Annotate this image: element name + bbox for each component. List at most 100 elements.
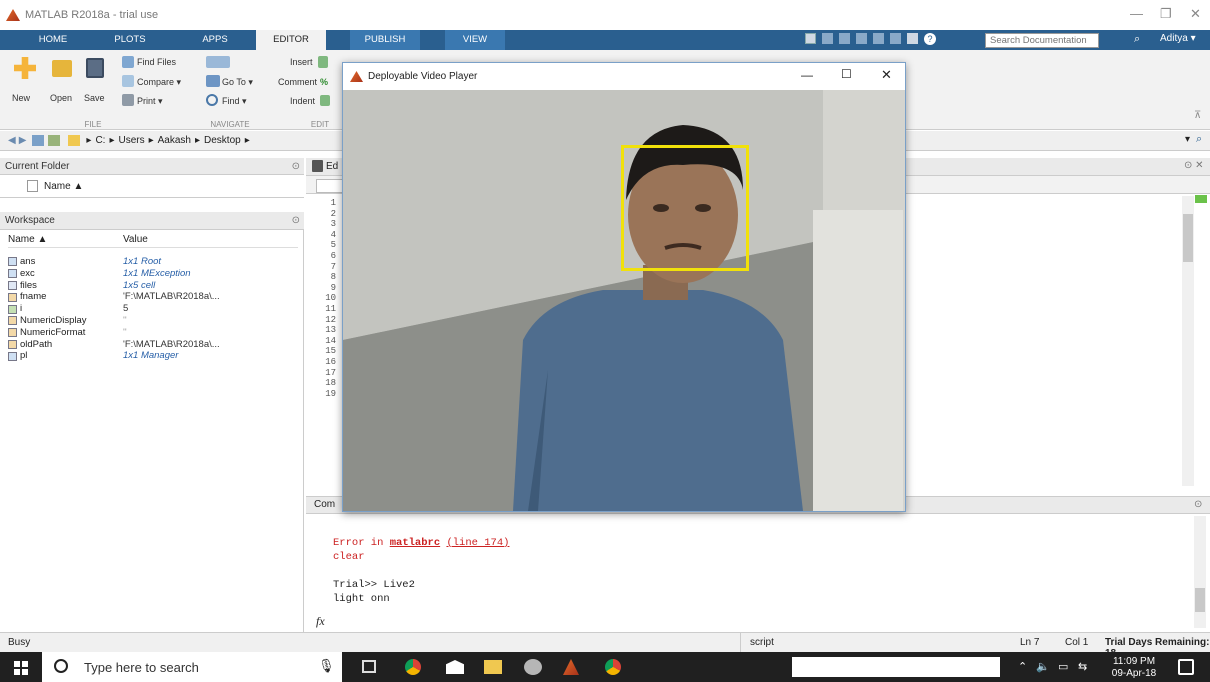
tab-editor[interactable]: EDITOR xyxy=(256,30,326,50)
new-icon[interactable] xyxy=(14,57,36,79)
windows-start-icon[interactable] xyxy=(14,661,28,675)
taskbar-date[interactable]: 09-Apr-18 xyxy=(1104,668,1164,679)
tab-home[interactable]: HOME xyxy=(28,30,78,50)
cut-icon[interactable] xyxy=(822,33,833,44)
path-segment[interactable]: Aakash xyxy=(158,135,191,146)
notifications-icon[interactable] xyxy=(1178,659,1194,675)
workspace-row[interactable]: exc 1x1 MException xyxy=(8,268,303,280)
insert-button[interactable]: Insert xyxy=(290,57,313,67)
redo-icon[interactable] xyxy=(890,33,901,44)
task-view-icon[interactable] xyxy=(362,660,376,673)
taskbar-time[interactable]: 11:09 PM xyxy=(1104,656,1164,667)
code-analyzer-indicator[interactable] xyxy=(1195,195,1207,203)
minimize-icon[interactable]: — xyxy=(1130,6,1143,21)
workspace-row[interactable]: oldPath 'F:\MATLAB\R2018a\... xyxy=(8,339,303,351)
video-minimize-icon[interactable]: — xyxy=(801,68,813,82)
collapse-toolstrip-icon[interactable]: ⊼ xyxy=(1194,110,1201,121)
find-files-button[interactable]: Find Files xyxy=(137,57,176,67)
battery-icon[interactable]: ▭ xyxy=(1058,660,1068,673)
video-maximize-icon[interactable]: ☐ xyxy=(841,67,852,81)
char-variable-icon xyxy=(8,339,17,349)
copy-icon[interactable] xyxy=(839,33,850,44)
save-icon[interactable] xyxy=(805,33,816,44)
path-dropdown-icon[interactable]: ▾ xyxy=(1185,134,1190,145)
path-segment[interactable]: Users xyxy=(118,135,144,146)
volume-icon[interactable]: 🔈 xyxy=(1036,660,1050,673)
save-icon[interactable] xyxy=(86,58,104,78)
compare-button[interactable]: Compare ▾ xyxy=(137,77,181,88)
editor-menu-icon[interactable]: ⊙ ✕ xyxy=(1184,160,1204,171)
open-folder-icon[interactable] xyxy=(52,60,72,77)
paste-icon[interactable] xyxy=(856,33,867,44)
pane-menu-icon[interactable]: ⊙ xyxy=(292,212,300,229)
search-documentation-input[interactable] xyxy=(985,33,1099,48)
command-window-menu-icon[interactable]: ⊙ xyxy=(1194,499,1202,510)
search-folder-icon[interactable]: ⌕ xyxy=(1196,133,1202,146)
video-close-icon[interactable]: ✕ xyxy=(881,67,892,83)
workspace-row[interactable]: pl 1x1 Manager xyxy=(8,350,303,362)
error-file-link[interactable]: matlabrc xyxy=(390,537,440,549)
network-icon[interactable]: ⇆ xyxy=(1078,660,1087,673)
forward-icon[interactable]: ▶ xyxy=(19,135,27,146)
quick-access-toolbar: ? xyxy=(805,33,975,47)
taskbar-search-placeholder: Type here to search xyxy=(84,660,199,675)
chrome-icon[interactable] xyxy=(405,659,421,675)
comment-button[interactable]: Comment xyxy=(278,77,317,87)
workspace-row[interactable]: i5 xyxy=(8,303,303,315)
address-toolbar[interactable] xyxy=(792,657,1000,677)
function-browser-icon[interactable]: fx xyxy=(316,614,325,629)
find-button[interactable]: Find ▾ xyxy=(222,96,247,107)
char-variable-icon xyxy=(8,292,17,302)
workspace-value-header[interactable]: Value xyxy=(123,234,238,247)
indent-button[interactable]: Indent xyxy=(290,96,315,106)
user-menu[interactable]: Aditya ▾ xyxy=(1160,33,1196,44)
back-icon[interactable]: ◀ xyxy=(8,135,16,146)
tab-plots[interactable]: PLOTS xyxy=(100,30,160,50)
browse-folder-icon[interactable] xyxy=(48,135,61,146)
app-icon[interactable] xyxy=(524,659,542,675)
status-state: Busy xyxy=(8,637,31,648)
help-icon[interactable]: ? xyxy=(924,33,936,45)
video-player-window[interactable]: Deployable Video Player — ☐ ✕ xyxy=(342,62,906,512)
workspace-name-header[interactable]: Name ▲ xyxy=(8,234,123,247)
search-icon[interactable]: ⌕ xyxy=(1134,33,1140,46)
workspace-row[interactable]: NumericFormat '' xyxy=(8,327,303,339)
pane-menu-icon[interactable]: ⊙ xyxy=(292,158,300,175)
editor-scroll-thumb[interactable] xyxy=(1183,214,1193,262)
chrome-icon[interactable] xyxy=(605,659,621,675)
new-button[interactable]: New xyxy=(12,93,30,103)
undo-icon[interactable] xyxy=(873,33,884,44)
close-icon[interactable]: ✕ xyxy=(1190,6,1201,22)
cortana-icon xyxy=(54,659,68,673)
path-segment[interactable]: C: xyxy=(95,135,105,146)
open-button[interactable]: Open xyxy=(50,93,72,103)
video-player-titlebar[interactable]: Deployable Video Player — ☐ ✕ xyxy=(343,63,905,90)
up-folder-icon[interactable] xyxy=(32,135,45,146)
workspace-row[interactable]: files 1x5 cell xyxy=(8,280,303,292)
taskbar-search-box[interactable]: Type here to search 🎙 xyxy=(42,652,342,682)
tray-overflow-icon[interactable]: ⌃ xyxy=(1018,660,1027,673)
file-explorer-icon[interactable] xyxy=(484,660,502,674)
editor-file-tab[interactable] xyxy=(316,179,344,193)
command-scrollbar[interactable] xyxy=(1194,516,1206,628)
print-button[interactable]: Print ▾ xyxy=(137,96,163,107)
microphone-icon[interactable]: 🎙 xyxy=(318,658,335,674)
workspace-row[interactable]: ans 1x1 Root xyxy=(8,256,303,268)
tab-view[interactable]: VIEW xyxy=(445,30,505,50)
name-column-header[interactable]: Name ▲ xyxy=(44,181,83,192)
workspace-row[interactable]: NumericDisplay '' xyxy=(8,315,303,327)
workspace-row[interactable]: fname 'F:\MATLAB\R2018a\... xyxy=(8,291,303,303)
save-button[interactable]: Save xyxy=(84,93,105,103)
mail-icon[interactable] xyxy=(446,660,464,674)
command-scroll-thumb[interactable] xyxy=(1195,588,1205,612)
error-line-link[interactable]: (line 174) xyxy=(446,537,509,549)
restore-icon[interactable]: ❐ xyxy=(1160,6,1172,22)
back-forward-icon[interactable] xyxy=(206,56,230,68)
tab-publish[interactable]: PUBLISH xyxy=(350,30,420,50)
path-segment[interactable]: Desktop xyxy=(204,135,241,146)
tab-apps[interactable]: APPS xyxy=(190,30,240,50)
switch-windows-icon[interactable] xyxy=(907,33,918,44)
editor-scrollbar[interactable] xyxy=(1182,196,1194,486)
go-to-button[interactable]: Go To ▾ xyxy=(222,77,253,88)
matlab-taskbar-icon[interactable] xyxy=(563,659,579,675)
